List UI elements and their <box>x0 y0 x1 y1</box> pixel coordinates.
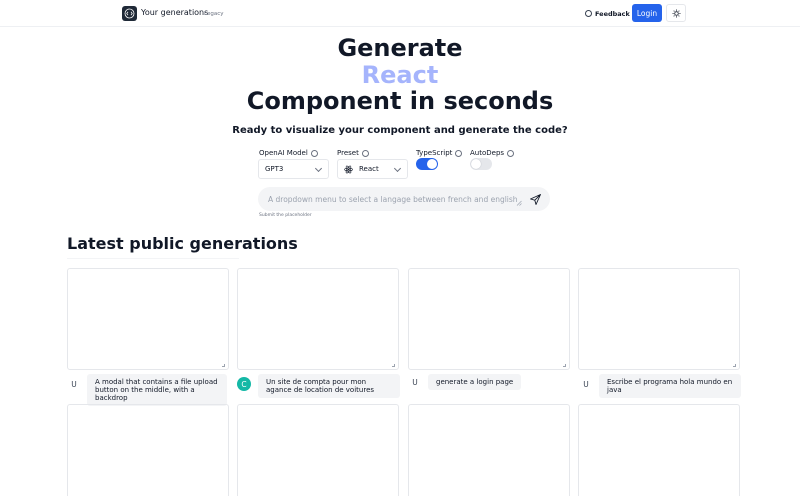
generation-preview-card[interactable] <box>67 404 229 496</box>
chevron-down-icon <box>393 164 402 173</box>
expand-icon <box>563 364 566 367</box>
autodeps-label: AutoDeps <box>470 149 515 157</box>
toggle-knob <box>471 159 481 169</box>
your-generations-link[interactable]: Your generations <box>141 8 208 17</box>
generation-prompt: Un site de compta pour mon agance de loc… <box>258 374 400 398</box>
send-icon[interactable] <box>529 193 542 206</box>
typescript-label-text: TypeScript <box>416 149 453 157</box>
app-logo-icon[interactable] <box>122 6 137 21</box>
theme-toggle-button[interactable] <box>666 4 686 22</box>
avatar: U <box>412 377 418 387</box>
generation-prompt: Escribe el programa hola mundo en java <box>599 374 741 398</box>
expand-icon <box>222 364 225 367</box>
prompt-box <box>258 187 550 211</box>
model-select-value: GPT3 <box>265 165 284 173</box>
generation-prompt: A modal that contains a file upload butt… <box>87 374 227 406</box>
model-select[interactable]: GPT3 <box>258 159 329 179</box>
feedback-label: Feedback <box>595 9 630 18</box>
info-icon[interactable] <box>310 149 318 157</box>
generation-preview-card[interactable] <box>578 404 740 496</box>
info-icon[interactable] <box>507 149 515 157</box>
toggle-knob <box>427 159 437 169</box>
preset-label: Preset <box>337 149 369 157</box>
prompt-input[interactable] <box>268 191 518 207</box>
generation-preview-card[interactable] <box>237 268 399 370</box>
generation-preview-card[interactable] <box>237 404 399 496</box>
model-label: OpenAI Model <box>259 149 318 157</box>
section-divider <box>67 258 239 259</box>
avatar: U <box>583 379 589 389</box>
avatar: C <box>237 377 251 391</box>
preset-select-value: React <box>359 165 379 173</box>
feedback-button[interactable]: Feedback <box>580 6 635 21</box>
generation-prompt: generate a login page <box>428 374 522 390</box>
avatar: U <box>71 379 77 389</box>
login-button[interactable]: Login <box>632 4 662 22</box>
generation-preview-card[interactable] <box>408 404 570 496</box>
hero-title-line-1: Generate <box>337 34 463 62</box>
preset-label-text: Preset <box>337 149 359 157</box>
autodeps-toggle[interactable] <box>470 158 492 170</box>
typescript-toggle[interactable] <box>416 158 438 170</box>
sun-icon <box>672 9 680 17</box>
model-label-text: OpenAI Model <box>259 149 308 157</box>
typescript-label: TypeScript <box>416 149 463 157</box>
generation-preview-card[interactable] <box>578 268 740 370</box>
autodeps-label-text: AutoDeps <box>470 149 505 157</box>
generation-preview-card[interactable] <box>67 268 229 370</box>
submit-placeholder-hint[interactable]: Submit the placeholder <box>259 213 312 218</box>
chevron-down-icon <box>314 164 323 173</box>
legacy-link[interactable]: Legacy <box>204 11 224 17</box>
info-icon[interactable] <box>455 149 463 157</box>
hero-title-line-3: Component in seconds <box>246 87 554 115</box>
info-icon[interactable] <box>361 149 369 157</box>
react-icon <box>344 165 353 173</box>
hero-subtitle: Ready to visualize your component and ge… <box>232 125 568 136</box>
expand-icon <box>392 364 395 367</box>
generation-preview-card[interactable] <box>408 268 570 370</box>
resize-handle-icon[interactable] <box>516 200 522 206</box>
section-title: Latest public generations <box>67 234 298 253</box>
feedback-icon <box>585 10 592 17</box>
top-bar: Your generations Legacy Feedback Login <box>0 0 800 27</box>
expand-icon <box>733 364 736 367</box>
preset-select[interactable]: React <box>337 159 408 179</box>
